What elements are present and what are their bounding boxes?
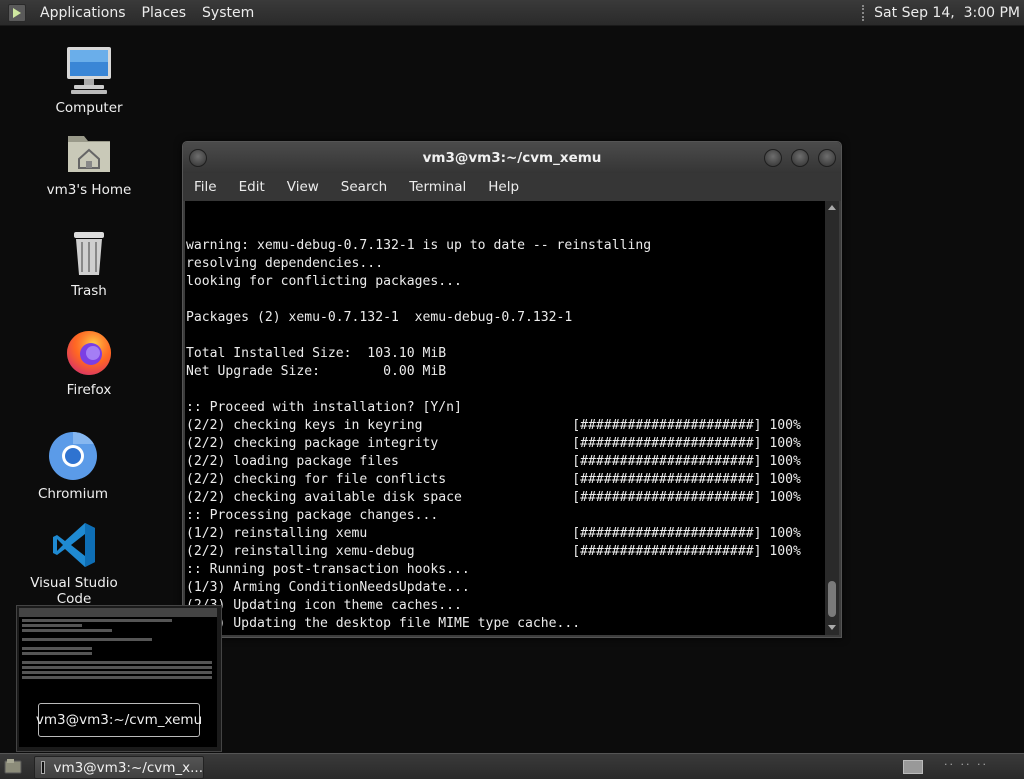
taskbar-task-label: vm3@vm3:~/cvm_x... (53, 759, 203, 776)
window-menubar: File Edit View Search Terminal Help (183, 173, 841, 201)
terminal-line: (1/3) Arming ConditionNeedsUpdate... (186, 580, 470, 595)
window-preview[interactable]: vm3@vm3:~/cvm_xemu (16, 605, 222, 752)
terminal-line: looking for conflicting packages... (186, 274, 462, 289)
panel-grip (862, 4, 868, 21)
terminal-window[interactable]: vm3@vm3:~/cvm_xemu File Edit View Search… (182, 141, 842, 638)
preview-line (22, 629, 112, 632)
preview-line (22, 661, 212, 664)
vscode-icon (48, 519, 100, 571)
desktop-icon-label: Computer (55, 100, 123, 116)
terminal-line: :: Processing package changes... (186, 508, 439, 523)
system-menu[interactable]: System (194, 5, 262, 21)
desktop-icon-label: Chromium (37, 486, 109, 502)
taskbar-terminal-button[interactable]: vm3@vm3:~/cvm_x... (34, 756, 204, 779)
applications-menu[interactable]: Applications (32, 5, 134, 21)
terminal-line: (2/3) Updating icon theme caches... (186, 598, 462, 613)
workspace-1[interactable] (903, 760, 923, 774)
applications-menu-icon[interactable] (8, 3, 26, 22)
terminal-line: Net Upgrade Size: 0.00 MiB (186, 364, 447, 379)
workspace-switcher[interactable]: ·· ·· ·· (944, 758, 988, 771)
menu-edit[interactable]: Edit (228, 179, 276, 195)
preview-line (22, 652, 92, 655)
preview-line (22, 638, 152, 641)
window-titlebar[interactable]: vm3@vm3:~/cvm_xemu (183, 142, 841, 173)
preview-line (22, 671, 212, 674)
terminal-line: (2/2) checking available disk space [###… (186, 490, 801, 505)
terminal-line: (2/2) loading package files [###########… (186, 454, 801, 469)
terminal-output[interactable]: warning: xemu-debug-0.7.132-1 is up to d… (185, 201, 825, 635)
preview-line (22, 619, 172, 622)
desktop-icon-home[interactable]: vm3's Home (29, 126, 149, 198)
terminal-line: (3/3) Updating the desktop file MIME typ… (186, 616, 581, 631)
minimize-button[interactable] (764, 149, 782, 167)
terminal-line: resolving dependencies... (186, 256, 384, 271)
top-panel: Applications Places System Sat Sep 14, 3… (0, 0, 1024, 26)
window-title: vm3@vm3:~/cvm_xemu (422, 149, 602, 166)
desktop-icon-label: Visual Studio Code (30, 575, 118, 607)
menu-view[interactable]: View (276, 179, 330, 195)
terminal-line: [vm3@vm3 cvm_xemu]$ pacman --noconfirm -… (185, 633, 825, 635)
desktop-icon-label: Firefox (66, 382, 112, 398)
scrollbar-thumb[interactable] (828, 581, 836, 617)
preview-line (22, 647, 92, 650)
terminal-line: (2/2) checking for file conflicts [#####… (186, 472, 801, 487)
close-button[interactable] (818, 149, 836, 167)
menu-help[interactable]: Help (477, 179, 530, 195)
terminal-line: warning: xemu-debug-0.7.132-1 is up to d… (186, 238, 652, 253)
maximize-button[interactable] (791, 149, 809, 167)
show-desktop-icon[interactable] (4, 758, 22, 774)
places-menu[interactable]: Places (134, 5, 195, 21)
computer-icon (63, 44, 115, 96)
terminal-line: :: Running post-transaction hooks... (186, 562, 470, 577)
preview-tooltip: vm3@vm3:~/cvm_xemu (36, 703, 202, 737)
menu-file[interactable]: File (183, 179, 228, 195)
terminal-line: :: Proceed with installation? [Y/n] (186, 400, 462, 415)
terminal-line: (1/2) reinstalling xemu [###############… (186, 526, 801, 541)
scroll-up-arrow-icon[interactable] (828, 205, 836, 210)
chromium-icon (47, 430, 99, 482)
desktop-icon-label: vm3's Home (46, 182, 132, 198)
terminal-line: Total Installed Size: 103.10 MiB (186, 346, 447, 361)
desktop-icon-chromium[interactable]: Chromium (13, 430, 133, 502)
preview-line (22, 624, 82, 627)
desktop-icon-label: Trash (71, 283, 107, 299)
terminal-line: (2/2) checking keys in keyring [########… (186, 418, 801, 433)
desktop-icon-vscode[interactable]: Visual Studio Code (14, 519, 134, 607)
terminal-icon (41, 761, 46, 774)
trash-icon (63, 227, 115, 279)
terminal-line: Packages (2) xemu-0.7.132-1 xemu-debug-0… (186, 310, 573, 325)
scroll-down-arrow-icon[interactable] (828, 625, 836, 630)
preview-line (22, 676, 212, 679)
preview-menubar (19, 608, 217, 617)
firefox-icon (63, 326, 115, 378)
terminal-line: (2/2) reinstalling xemu-debug [#########… (186, 544, 801, 559)
clock[interactable]: Sat Sep 14, 3:00 PM (874, 5, 1020, 21)
desktop-icon-trash[interactable]: Trash (29, 227, 149, 299)
menu-search[interactable]: Search (330, 179, 398, 195)
window-menu-button[interactable] (189, 149, 207, 167)
terminal-scrollbar[interactable] (825, 201, 839, 635)
terminal-line: (2/2) checking package integrity [######… (186, 436, 801, 451)
menu-terminal[interactable]: Terminal (398, 179, 477, 195)
bottom-panel: vm3@vm3:~/cvm_x... ·· ·· ·· (0, 753, 1024, 779)
desktop-icon-firefox[interactable]: Firefox (29, 326, 149, 398)
preview-line (22, 666, 212, 669)
desktop-icon-computer[interactable]: Computer (29, 44, 149, 116)
home-folder-icon (63, 126, 115, 178)
